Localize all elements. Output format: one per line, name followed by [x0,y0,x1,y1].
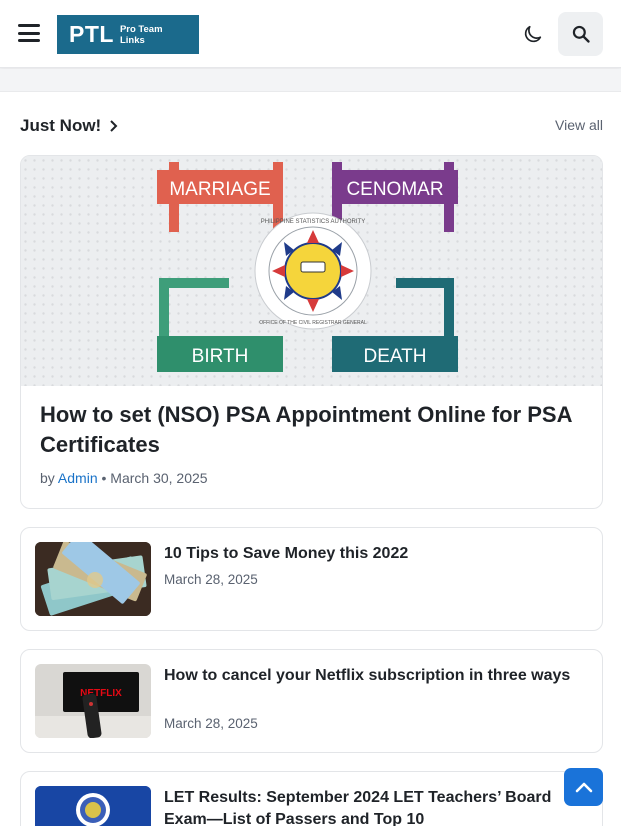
top-bar: PTL Pro Team Links [0,0,621,68]
post-title[interactable]: 10 Tips to Save Money this 2022 [164,543,584,565]
marriage-label: MARRIAGE [169,179,270,200]
search-button[interactable] [558,12,603,56]
list-item[interactable]: LET Results: September 2024 LET Teachers… [20,771,603,826]
post-date: March 30, 2025 [110,470,208,486]
featured-post-title[interactable]: How to set (NSO) PSA Appointment Online … [40,400,590,460]
site-logo[interactable]: PTL Pro Team Links [57,15,199,54]
post-title[interactable]: How to cancel your Netflix subscription … [164,665,584,687]
post-thumbnail [35,786,151,826]
birth-label: BIRTH [192,346,249,367]
featured-image: MARRIAGE CENOMAR BIRTH DEATH PHILIPPINE … [21,156,602,386]
view-all-link[interactable]: View all [555,117,603,133]
logo-sub-line1: Pro Team [119,23,163,35]
meta-separator: • [101,470,107,486]
logo-main-text: PTL [69,21,114,47]
featured-post-card[interactable]: MARRIAGE CENOMAR BIRTH DEATH PHILIPPINE … [20,155,603,509]
logo-sub-line2: Links [119,34,145,46]
post-date: March 28, 2025 [164,572,258,587]
chevron-up-icon [575,782,592,793]
back-to-top-button[interactable] [564,768,603,806]
by-label: by [40,470,55,486]
post-thumbnail [35,542,151,616]
header-spacer [0,69,621,91]
section-title[interactable]: Just Now! [20,116,101,136]
list-item[interactable]: NETFLIX How to cancel your Netflix subsc… [20,649,603,753]
author-link[interactable]: Admin [58,470,98,486]
seal-text-bottom: OFFICE OF THE CIVIL REGISTRAR GENERAL [259,320,367,326]
cenomar-label: CENOMAR [346,179,443,200]
featured-post-meta: by Admin • March 30, 2025 [40,470,208,486]
seal-text-top: PHILIPPINE STATISTICS AUTHORITY [261,219,365,225]
post-thumbnail: NETFLIX [35,664,151,738]
moon-icon[interactable] [522,23,544,45]
search-icon [572,25,590,43]
hamburger-icon[interactable] [18,24,40,42]
logo-sub-text: Pro Team Links [120,24,163,46]
post-title[interactable]: LET Results: September 2024 LET Teachers… [164,787,584,826]
post-date: March 28, 2025 [164,716,258,731]
chevron-right-icon [110,120,118,132]
death-label: DEATH [364,346,427,367]
list-item[interactable]: 10 Tips to Save Money this 2022 March 28… [20,527,603,631]
